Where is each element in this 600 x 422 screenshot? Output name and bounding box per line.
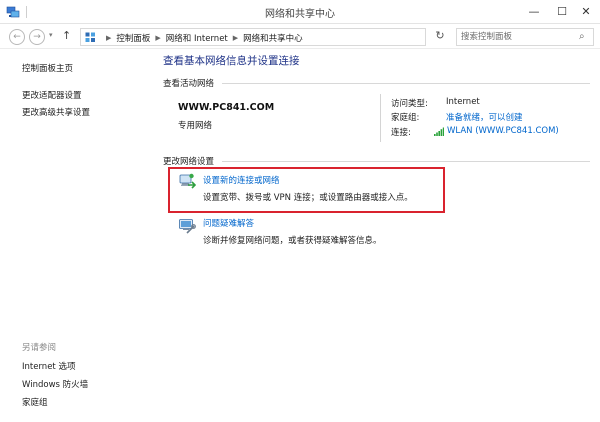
chevron-right-icon[interactable]: ▶ — [155, 34, 160, 42]
section-divider — [222, 83, 590, 84]
breadcrumb-network-sharing-center[interactable]: 网络和共享中心 — [243, 32, 303, 44]
control-panel-home-link[interactable]: 控制面板主页 — [22, 62, 73, 74]
internet-options-link[interactable]: Internet 选项 — [22, 360, 75, 372]
search-input[interactable] — [461, 31, 573, 43]
close-button[interactable]: ✕ — [572, 0, 600, 22]
network-name: WWW.PC841.COM — [178, 102, 275, 113]
breadcrumb-network-internet[interactable]: 网络和 Internet — [166, 32, 228, 44]
recent-locations-button[interactable]: ▾ — [49, 31, 53, 39]
troubleshoot-icon — [179, 219, 196, 234]
connection-label: 连接: — [391, 128, 411, 138]
arrow-up-icon: ↑ — [62, 29, 72, 42]
minimize-icon: — — [528, 4, 540, 18]
chevron-right-icon[interactable]: ▶ — [233, 34, 238, 42]
title-bar: 网络和共享中心 — ☐ ✕ — [0, 0, 600, 24]
close-icon: ✕ — [581, 4, 591, 18]
forward-button[interactable]: → — [29, 29, 45, 45]
network-info-divider — [380, 94, 381, 142]
minimize-button[interactable]: — — [520, 0, 548, 22]
address-field[interactable]: ▶ 控制面板 ▶ 网络和 Internet ▶ 网络和共享中心 — [80, 28, 499, 46]
new-connection-icon — [179, 173, 196, 189]
search-icon[interactable]: ⌕ — [579, 31, 585, 42]
up-button[interactable]: ↑ — [62, 29, 71, 42]
homegroup-label: 家庭组: — [391, 113, 420, 123]
access-type-label: 访问类型: — [391, 99, 428, 109]
refresh-button[interactable]: ↻ — [432, 29, 448, 45]
breadcrumb: ▶ 控制面板 ▶ 网络和 Internet ▶ 网络和共享中心 — [101, 32, 303, 44]
wifi-signal-icon — [434, 127, 444, 136]
page-title: 查看基本网络信息并设置连接 — [163, 55, 300, 67]
network-type: 专用网络 — [178, 121, 213, 131]
access-type-value: Internet — [446, 97, 480, 107]
homegroup-link[interactable]: 家庭组 — [22, 396, 48, 408]
maximize-icon: ☐ — [557, 4, 567, 18]
change-network-settings-heading: 更改网络设置 — [163, 157, 215, 167]
active-networks-heading: 查看活动网络 — [163, 79, 215, 89]
setup-new-connection-link[interactable]: 设置新的连接或网络 — [203, 174, 280, 186]
refresh-icon: ↻ — [435, 29, 445, 42]
troubleshoot-problems-link[interactable]: 问题疑难解答 — [203, 217, 254, 229]
window-title: 网络和共享中心 — [265, 9, 335, 20]
windows-firewall-link[interactable]: Windows 防火墙 — [22, 378, 88, 390]
search-box[interactable]: ⌕ — [456, 28, 594, 46]
chevron-right-icon[interactable]: ▶ — [106, 34, 111, 42]
breadcrumb-control-panel[interactable]: 控制面板 — [116, 32, 150, 44]
troubleshoot-problems-description: 诊断并修复网络问题，或者获得疑难解答信息。 — [203, 236, 382, 246]
arrow-right-icon: → — [33, 32, 41, 42]
change-adapter-settings-link[interactable]: 更改适配器设置 — [22, 89, 82, 101]
control-panel-icon — [85, 32, 95, 42]
arrow-left-icon: ← — [13, 32, 21, 42]
setup-new-connection-description: 设置宽带、拨号或 VPN 连接；或设置路由器或接入点。 — [203, 193, 413, 203]
section-divider — [222, 161, 590, 162]
back-button[interactable]: ← — [9, 29, 25, 45]
chevron-down-icon: ▾ — [49, 31, 53, 39]
homegroup-ready-link[interactable]: 准备就绪，可以创建 — [446, 111, 523, 123]
address-bar: ← → ▾ ↑ ▶ 控制面板 ▶ 网络和 Internet ▶ 网络和共享中心 … — [0, 25, 600, 49]
wlan-connection-link[interactable]: WLAN (WWW.PC841.COM) — [447, 126, 559, 136]
see-also-heading: 另请参阅 — [22, 343, 57, 353]
change-advanced-sharing-link[interactable]: 更改高级共享设置 — [22, 106, 90, 118]
